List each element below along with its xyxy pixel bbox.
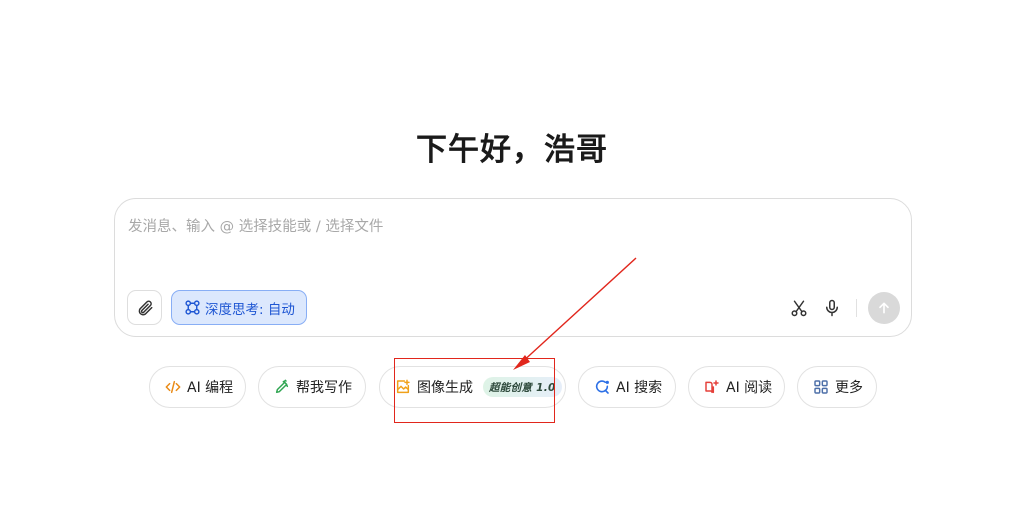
message-composer[interactable]: 发消息、输入 @ 选择技能或 / 选择文件 深度思考: 自动 xyxy=(114,198,912,337)
reader-icon xyxy=(705,380,719,394)
paperclip-icon xyxy=(138,300,152,315)
scissors-icon[interactable] xyxy=(790,298,808,318)
chip-label: AI 编程 xyxy=(187,380,234,396)
chip-more[interactable]: 更多 xyxy=(797,366,877,408)
chip-help-write[interactable]: 帮我写作 xyxy=(258,366,366,408)
code-icon xyxy=(165,380,181,394)
annotation-highlight-box xyxy=(394,358,555,423)
microphone-icon[interactable] xyxy=(823,298,841,318)
chip-label: AI 阅读 xyxy=(726,380,773,396)
search-icon xyxy=(595,380,609,394)
attach-button[interactable] xyxy=(127,290,162,325)
chip-ai-coding[interactable]: AI 编程 xyxy=(149,366,246,408)
composer-placeholder[interactable]: 发消息、输入 @ 选择技能或 / 选择文件 xyxy=(128,215,383,236)
chip-label: 帮我写作 xyxy=(296,380,352,396)
atom-icon xyxy=(185,300,200,315)
greeting-title: 下午好，浩哥 xyxy=(416,132,608,168)
chip-ai-reading[interactable]: AI 阅读 xyxy=(688,366,785,408)
chip-label: 更多 xyxy=(835,380,863,396)
chip-label: AI 搜索 xyxy=(616,380,663,396)
deep-think-button[interactable]: 深度思考: 自动 xyxy=(171,290,307,325)
deep-think-label: 深度思考: 自动 xyxy=(205,301,295,318)
toolbar-divider xyxy=(856,299,857,317)
pen-icon xyxy=(275,379,289,394)
arrow-up-icon xyxy=(879,302,889,314)
send-button[interactable] xyxy=(868,292,900,324)
chip-ai-search[interactable]: AI 搜索 xyxy=(578,366,676,408)
grid-icon xyxy=(814,380,828,394)
